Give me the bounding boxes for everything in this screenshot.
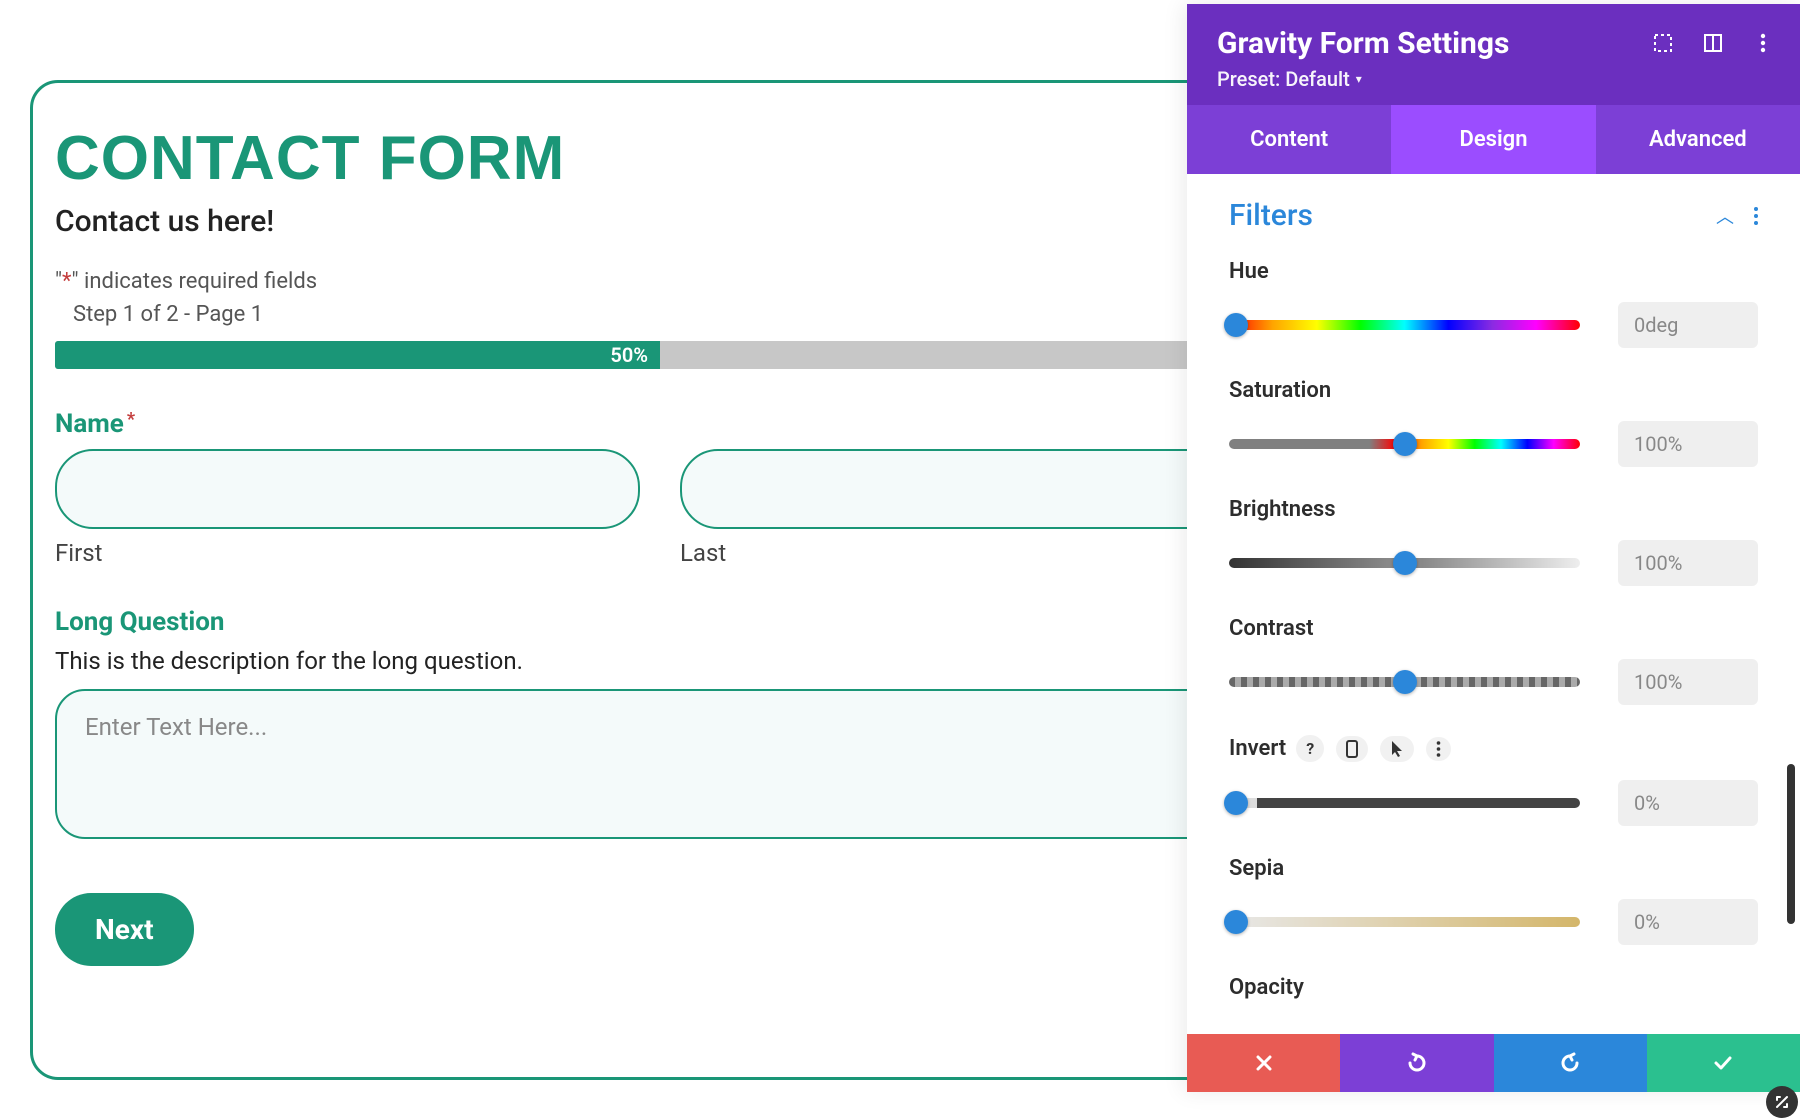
brightness-value[interactable]: 100% [1618,540,1758,586]
settings-panel: Gravity Form Settings Preset: Default ▾ … [1187,4,1800,1092]
question-textarea[interactable] [55,689,1265,839]
contrast-slider[interactable] [1229,677,1580,687]
invert-value[interactable]: 0% [1618,780,1758,826]
scrollbar-thumb[interactable] [1787,764,1795,924]
form-subtitle: Contact us here! [55,204,1265,239]
filter-opacity: Opacity [1229,975,1758,1000]
header-icons [1652,32,1774,54]
name-field-label: Name* [55,409,1265,439]
filters-title: Filters [1229,198,1313,233]
last-name-input[interactable] [680,449,1265,529]
confirm-button[interactable] [1647,1034,1800,1092]
asterisk-icon: * [62,269,71,294]
more-icon[interactable] [1752,32,1774,54]
sepia-value[interactable]: 0% [1618,899,1758,945]
collapse-icon[interactable]: ︿ [1716,203,1734,229]
saturation-slider[interactable] [1229,439,1580,449]
panel-body: Filters ︿ Hue 0deg Saturation [1187,174,1800,1034]
contrast-label: Contrast [1229,616,1314,641]
cursor-icon[interactable] [1380,736,1414,762]
question-field-label: Long Question [55,607,1265,637]
progress-fill: 50% [55,341,660,369]
progress-label: 50% [610,343,648,367]
tab-design[interactable]: Design [1391,105,1595,174]
invert-more-icon[interactable] [1426,737,1451,761]
tab-advanced[interactable]: Advanced [1596,105,1800,174]
form-panel: CONTACT FORM Contact us here! "*" indica… [30,80,1290,1080]
brightness-slider[interactable] [1229,558,1580,568]
invert-thumb[interactable] [1224,791,1248,815]
opacity-label: Opacity [1229,975,1304,1000]
invert-label: Invert [1229,736,1286,761]
filter-contrast: Contrast 100% [1229,616,1758,705]
sepia-thumb[interactable] [1224,910,1248,934]
filters-header: Filters ︿ [1229,198,1758,233]
invert-slider[interactable] [1229,798,1580,808]
invert-help-icon[interactable]: ? [1296,735,1324,762]
contrast-value[interactable]: 100% [1618,659,1758,705]
progress-bar: 50% [55,341,1265,369]
step-indicator: Step 1 of 2 - Page 1 [73,302,1265,327]
hue-slider[interactable] [1229,320,1580,330]
first-name-sublabel: First [55,539,640,567]
sepia-slider[interactable] [1229,917,1580,927]
filter-brightness: Brightness 100% [1229,497,1758,586]
device-icon[interactable] [1336,736,1368,762]
preset-dropdown[interactable]: Preset: Default ▾ [1217,67,1362,91]
caret-down-icon: ▾ [1356,72,1362,86]
required-icon: * [127,409,135,430]
section-more-icon[interactable] [1754,207,1758,225]
next-button[interactable]: Next [55,893,194,966]
brightness-thumb[interactable] [1393,551,1417,575]
brightness-label: Brightness [1229,497,1336,522]
redo-button[interactable] [1494,1034,1647,1092]
undo-button[interactable] [1340,1034,1493,1092]
action-bar [1187,1034,1800,1092]
tabs-row: Content Design Advanced [1187,105,1800,174]
first-name-input[interactable] [55,449,640,529]
close-button[interactable] [1187,1034,1340,1092]
required-fields-note: "*" indicates required fields [55,269,1265,294]
saturation-label: Saturation [1229,378,1331,403]
filter-invert: Invert ? 0% [1229,735,1758,826]
last-name-col: Last [680,449,1265,567]
contrast-thumb[interactable] [1393,670,1417,694]
columns-icon[interactable] [1702,32,1724,54]
resize-handle-icon[interactable] [1766,1086,1798,1118]
question-description: This is the description for the long que… [55,647,1265,675]
hue-label: Hue [1229,259,1269,284]
expand-icon[interactable] [1652,32,1674,54]
saturation-thumb[interactable] [1393,432,1417,456]
tab-content[interactable]: Content [1187,105,1391,174]
form-title: CONTACT FORM [55,123,1265,194]
name-row: First Last [55,449,1265,567]
hue-thumb[interactable] [1224,313,1248,337]
last-name-sublabel: Last [680,539,1265,567]
hue-value[interactable]: 0deg [1618,302,1758,348]
sepia-label: Sepia [1229,856,1284,881]
saturation-value[interactable]: 100% [1618,421,1758,467]
first-name-col: First [55,449,640,567]
filter-hue: Hue 0deg [1229,259,1758,348]
panel-header: Gravity Form Settings Preset: Default ▾ [1187,4,1800,105]
filter-saturation: Saturation 100% [1229,378,1758,467]
filter-sepia: Sepia 0% [1229,856,1758,945]
